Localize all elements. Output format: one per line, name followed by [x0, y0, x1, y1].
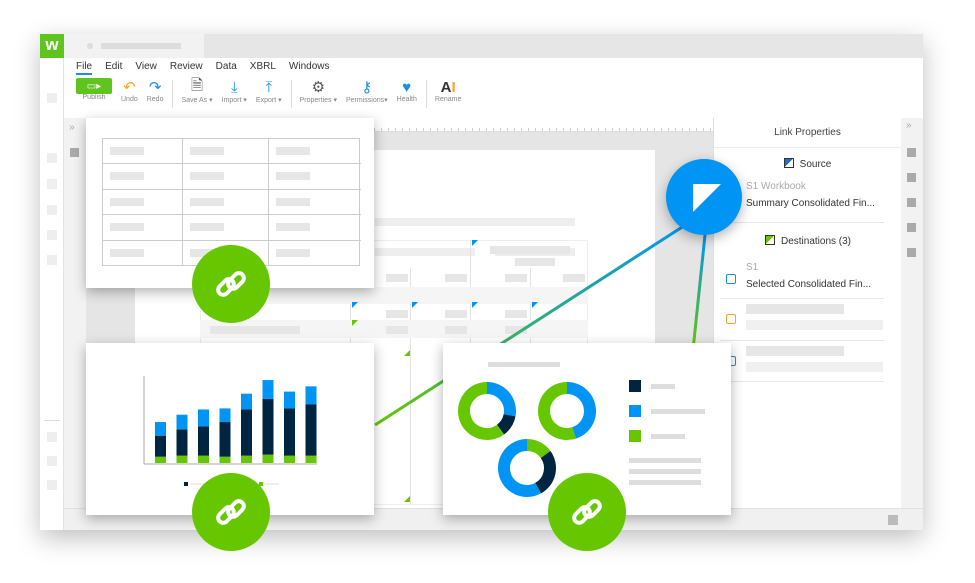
link-icon	[572, 499, 602, 525]
table-cell	[103, 139, 183, 165]
bar-green	[262, 454, 274, 463]
table-cell	[183, 215, 269, 241]
bar-navy	[262, 398, 274, 455]
link-icon	[216, 499, 246, 525]
table-cell	[103, 189, 183, 216]
text-placeholder	[629, 458, 701, 463]
bar-blue	[284, 391, 295, 409]
table-cell	[183, 139, 269, 165]
bar-navy	[155, 435, 166, 457]
table-cell	[103, 164, 183, 190]
bar-navy	[176, 429, 188, 456]
table-cell	[269, 241, 361, 266]
link-button[interactable]	[192, 245, 270, 323]
bar-navy	[219, 422, 231, 457]
bar-blue	[262, 380, 274, 399]
legend-swatch	[629, 430, 641, 442]
bar-blue	[198, 409, 209, 427]
donut-slice	[486, 382, 516, 417]
legend-label	[651, 384, 675, 389]
table-cell	[269, 139, 361, 165]
bar-green	[284, 455, 295, 463]
bar-navy	[241, 409, 252, 456]
bar-navy	[198, 426, 209, 456]
link-line	[691, 234, 707, 351]
text-placeholder	[629, 480, 701, 485]
bar-blue	[176, 414, 188, 430]
bar-blue	[219, 408, 231, 423]
bar-green	[219, 456, 231, 463]
donut-slice	[526, 439, 551, 459]
bar-navy	[305, 404, 317, 456]
bar-green	[155, 456, 166, 463]
link-button[interactable]	[548, 473, 626, 551]
bar-blue	[155, 422, 166, 436]
table-cell	[103, 240, 183, 266]
legend-swatch	[184, 482, 188, 486]
table-cell	[183, 164, 269, 190]
bar-blue	[305, 386, 317, 405]
bar-green	[198, 455, 209, 463]
bar-blue	[241, 393, 252, 410]
legend-label	[265, 483, 279, 485]
chart-title	[488, 362, 560, 367]
table-cell	[269, 215, 361, 241]
source-flag-icon	[693, 184, 721, 212]
legend-label	[651, 434, 685, 439]
legend-swatch	[629, 380, 641, 392]
donut-slice	[538, 382, 576, 440]
link-button[interactable]	[192, 473, 270, 551]
donut-slice	[566, 382, 596, 439]
donut-slice	[534, 450, 556, 494]
legend-label	[651, 409, 705, 414]
source-link-bubble[interactable]	[666, 159, 742, 235]
link-icon	[216, 271, 246, 297]
table-cell	[269, 164, 361, 190]
legend-swatch	[629, 405, 641, 417]
bar-green	[241, 455, 252, 463]
bar-green	[305, 455, 317, 463]
bar-navy	[284, 408, 295, 456]
table-cell	[103, 215, 183, 241]
bar-green	[176, 455, 188, 463]
table-cell	[183, 189, 269, 216]
table-cell	[269, 190, 361, 216]
donut-slice	[496, 413, 516, 435]
text-placeholder	[629, 469, 701, 474]
